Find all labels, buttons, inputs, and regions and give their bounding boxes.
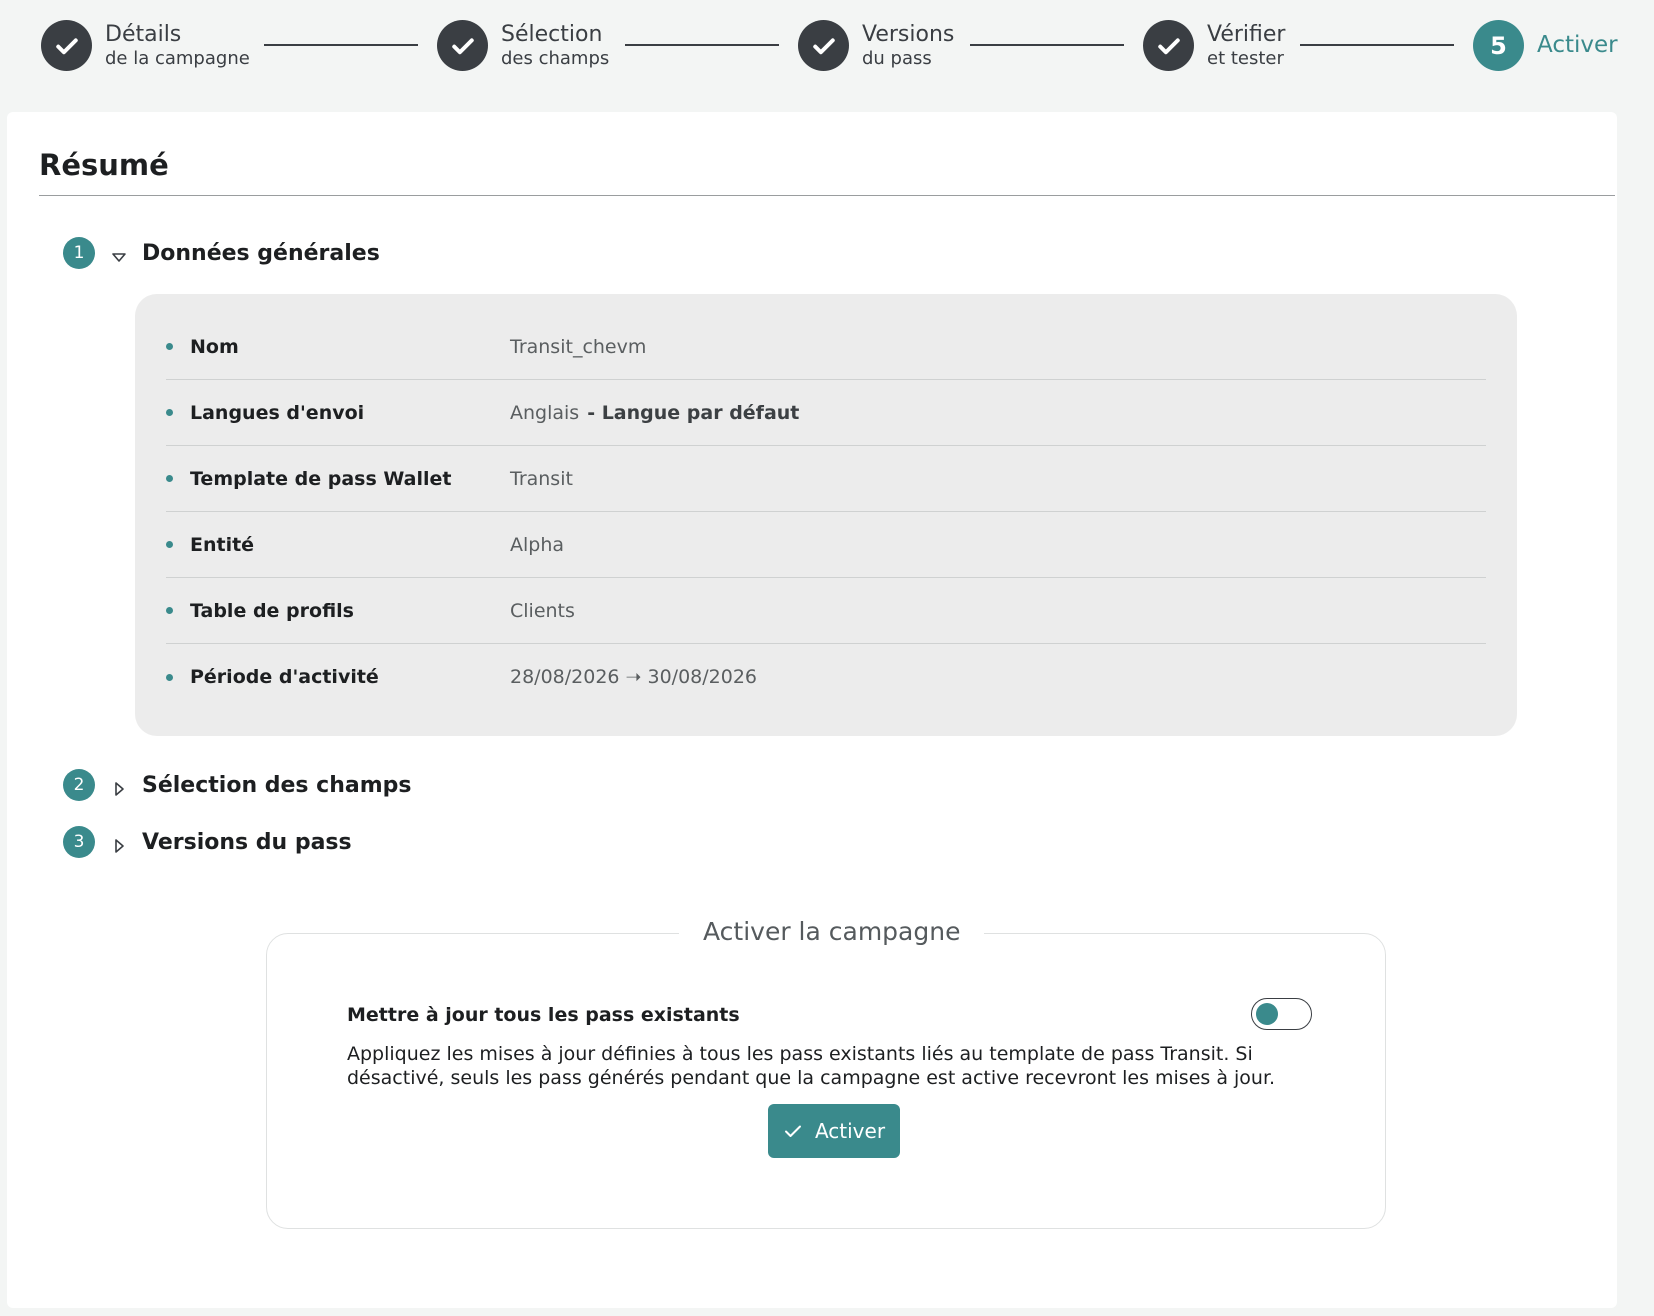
- chevron-right-icon: [115, 782, 124, 796]
- section-label: Données générales: [142, 240, 380, 266]
- bullet-icon: [166, 343, 173, 350]
- step-subtitle: et tester: [1207, 47, 1284, 69]
- update-existing-description: Appliquez les mises à jour définies à to…: [347, 1043, 1276, 1089]
- page-title: Résumé: [39, 148, 169, 182]
- check-icon: [41, 20, 92, 71]
- step-subtitle: de la campagne: [105, 47, 250, 69]
- step-title: Sélection: [501, 21, 603, 47]
- section-label: Sélection des champs: [142, 772, 412, 798]
- section-number: 3: [63, 826, 95, 858]
- toggle-knob: [1256, 1003, 1278, 1025]
- detail-label: Template de pass Wallet: [190, 467, 452, 490]
- detail-value: Clients: [510, 599, 575, 622]
- step-connector: [970, 44, 1124, 46]
- section-pass-versions[interactable]: 3 Versions du pass: [63, 826, 352, 858]
- update-existing-label: Mettre à jour tous les pass existants: [347, 1004, 740, 1026]
- step-subtitle: des champs: [501, 47, 610, 69]
- stepper: Détails de la campagne Sélection des cha…: [0, 0, 1654, 112]
- detail-row-entity: Entité Alpha: [166, 512, 1486, 578]
- activation-legend: Activer la campagne: [679, 917, 985, 946]
- title-divider: [39, 195, 1615, 196]
- detail-label: Entité: [190, 533, 255, 556]
- step-number: 5: [1473, 20, 1524, 71]
- step-connector: [625, 44, 779, 46]
- section-general-data[interactable]: 1 Données générales: [63, 237, 380, 269]
- default-language-tag: - Langue par défaut: [587, 401, 800, 424]
- check-icon: [798, 20, 849, 71]
- language-value: Anglais: [510, 401, 580, 424]
- step-connector: [264, 44, 418, 46]
- check-icon: [437, 20, 488, 71]
- detail-label: Période d'activité: [190, 666, 379, 688]
- detail-value: Transit: [510, 467, 573, 490]
- activate-button-label: Activer: [814, 1119, 886, 1143]
- detail-row-profile-table: Table de profils Clients: [166, 578, 1486, 644]
- step-title: Vérifier: [1207, 21, 1286, 47]
- detail-label: Table de profils: [190, 599, 354, 622]
- detail-value: Alpha: [510, 533, 565, 556]
- chevron-down-icon: [112, 253, 126, 262]
- step-title: Détails: [105, 21, 182, 47]
- section-label: Versions du pass: [142, 829, 352, 855]
- activation-panel: Activer la campagne Mettre à jour tous l…: [266, 917, 1386, 1229]
- step-title: Activer: [1537, 31, 1618, 58]
- detail-row-name: Nom Transit_chevm: [166, 314, 1486, 380]
- check-icon: [1143, 20, 1194, 71]
- bullet-icon: [166, 409, 173, 416]
- step-title: Versions: [862, 21, 955, 47]
- detail-label: Langues d'envoi: [190, 401, 365, 424]
- detail-label: Nom: [190, 335, 239, 358]
- step-subtitle: du pass: [862, 47, 932, 69]
- detail-row-activity-period: Période d'activité 28/08/2026 ➝ 30/08/20…: [166, 644, 1486, 710]
- chevron-right-icon: [115, 839, 124, 853]
- bullet-icon: [166, 607, 173, 614]
- general-data-panel: Nom Transit_chevm Langues d'envoi Anglai…: [135, 294, 1517, 736]
- section-number: 2: [63, 769, 95, 801]
- step-pass-versions[interactable]: Versions du pass: [798, 20, 954, 71]
- detail-value: 28/08/2026 ➝ 30/08/2026: [510, 666, 758, 688]
- step-details[interactable]: Détails de la campagne: [41, 20, 250, 71]
- step-verify-test[interactable]: Vérifier et tester: [1143, 20, 1285, 71]
- section-field-selection[interactable]: 2 Sélection des champs: [63, 769, 412, 801]
- step-connector: [1300, 44, 1454, 46]
- step-field-selection[interactable]: Sélection des champs: [437, 20, 609, 71]
- bullet-icon: [166, 475, 173, 482]
- activate-button[interactable]: Activer: [768, 1104, 900, 1158]
- section-number: 1: [63, 237, 95, 269]
- detail-row-template: Template de pass Wallet Transit: [166, 446, 1486, 512]
- update-existing-toggle[interactable]: [1251, 998, 1312, 1030]
- detail-row-languages: Langues d'envoi Anglais - Langue par défa…: [166, 380, 1486, 446]
- detail-value: Transit_chevm: [510, 335, 647, 358]
- detail-value: Anglais - Langue par défaut: [510, 402, 799, 424]
- bullet-icon: [166, 541, 173, 548]
- check-icon: [784, 1125, 801, 1137]
- bullet-icon: [166, 673, 173, 681]
- step-activate[interactable]: 5 Activer: [1473, 20, 1618, 71]
- summary-card: Résumé 1 Données générales Nom Transit_c…: [7, 112, 1617, 1308]
